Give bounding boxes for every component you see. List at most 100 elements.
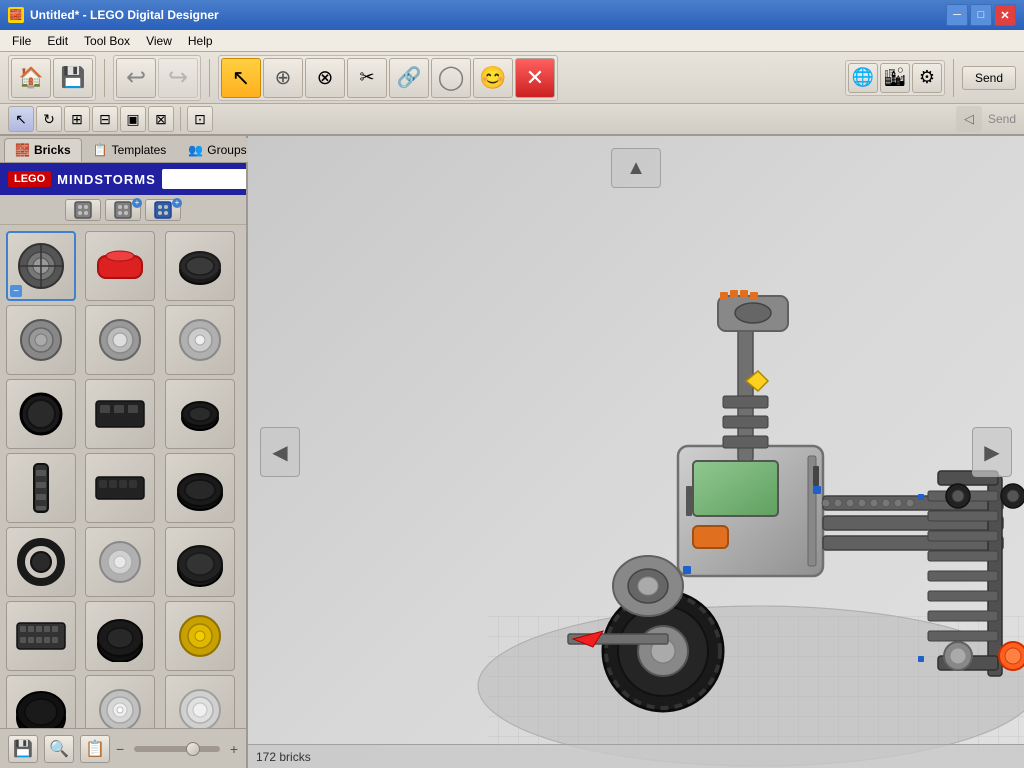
minimize-button[interactable]: ─ bbox=[946, 4, 968, 26]
nav-right-button[interactable]: ▶ bbox=[972, 427, 1012, 477]
brick-item-0[interactable]: − bbox=[6, 231, 76, 301]
main-toolbar: 🏠 💾 ↩ ↪ ↖ ⊕ ⊗ ✂ 🔗 ◯ 😊 ✕ 🌐 🏙 ⚙ Send bbox=[0, 52, 1024, 104]
select-tool-button[interactable]: ↖ bbox=[221, 58, 261, 98]
nav-left-button[interactable]: ◀ bbox=[260, 427, 300, 477]
bricks-tab-label: Bricks bbox=[34, 143, 71, 157]
delete-tool-button[interactable]: ✕ bbox=[515, 58, 555, 98]
brick-search-input[interactable] bbox=[162, 169, 246, 189]
grid-tool-button[interactable]: ⊞ bbox=[64, 106, 90, 132]
brick-item-7[interactable] bbox=[85, 379, 155, 449]
brand-bar: LEGO MINDSTORMS bbox=[0, 163, 246, 195]
brick-item-9[interactable] bbox=[6, 453, 76, 523]
model-area bbox=[248, 136, 1024, 768]
save-button[interactable]: 💾 bbox=[53, 58, 93, 98]
rotate-view-button[interactable]: ↻ bbox=[36, 106, 62, 132]
city-button[interactable]: 🏙 bbox=[880, 63, 910, 93]
brick-item-5[interactable] bbox=[165, 305, 235, 375]
send-icon: ◁ bbox=[956, 106, 982, 132]
lego-logo: LEGO bbox=[8, 171, 51, 187]
brick-item-20[interactable] bbox=[165, 675, 235, 728]
mindstorms-brand: MINDSTORMS bbox=[57, 172, 156, 187]
titlebar-left: 🧱 Untitled* - LEGO Digital Designer bbox=[8, 7, 219, 23]
send-button[interactable]: Send bbox=[962, 66, 1016, 90]
toolbar-sep-3 bbox=[953, 59, 954, 97]
redo-button[interactable]: ↪ bbox=[158, 58, 198, 98]
add-tool-button[interactable]: ⊕ bbox=[263, 58, 303, 98]
brick-item-15[interactable] bbox=[6, 601, 76, 671]
remove-tool-button[interactable]: ⊗ bbox=[305, 58, 345, 98]
brick-item-11[interactable] bbox=[165, 453, 235, 523]
face-tool-button[interactable]: 😊 bbox=[473, 58, 513, 98]
zoom-max-icon: + bbox=[230, 741, 238, 757]
list-bottom-button[interactable]: 📋 bbox=[80, 735, 110, 763]
menu-view[interactable]: View bbox=[138, 32, 180, 50]
bricks-grid: − bbox=[0, 225, 246, 728]
zoom-slider[interactable] bbox=[134, 746, 220, 752]
brick-item-1[interactable] bbox=[85, 231, 155, 301]
home-button[interactable]: 🏠 bbox=[11, 58, 51, 98]
bricks-panel: LEGO MINDSTORMS + + bbox=[0, 163, 246, 768]
secondary-toolbar: ↖ ↻ ⊞ ⊟ ▣ ⊠ ⊡ ◁ Send bbox=[0, 104, 1024, 136]
bricks-tab-icon: 🧱 bbox=[15, 143, 30, 157]
toolbar-group-home: 🏠 💾 bbox=[8, 55, 96, 101]
nav-up-button[interactable]: ▲ bbox=[611, 148, 661, 188]
canvas-area: ▲ ◀ ▶ bbox=[248, 136, 1024, 768]
toolbar-group-history: ↩ ↪ bbox=[113, 55, 201, 101]
templates-tab-icon: 📋 bbox=[93, 143, 108, 157]
category-btn-3[interactable]: + bbox=[145, 199, 181, 221]
online-button[interactable]: 🌐 bbox=[848, 63, 878, 93]
frame-tool-button[interactable]: ▣ bbox=[120, 106, 146, 132]
zoom-min-icon: − bbox=[116, 741, 124, 757]
templates-tab-label: Templates bbox=[112, 143, 167, 157]
window-controls: ─ □ ✕ bbox=[946, 4, 1016, 26]
panel-bottom: 💾 🔍 📋 − + bbox=[0, 728, 246, 768]
menu-file[interactable]: File bbox=[4, 32, 39, 50]
settings-button[interactable]: ⚙ bbox=[912, 63, 942, 93]
cut-tool-button[interactable]: ✂ bbox=[347, 58, 387, 98]
maximize-button[interactable]: □ bbox=[970, 4, 992, 26]
toolbar-sep-2 bbox=[209, 59, 210, 97]
save-bottom-button[interactable]: 💾 bbox=[8, 735, 38, 763]
close-button[interactable]: ✕ bbox=[994, 4, 1016, 26]
menu-help[interactable]: Help bbox=[180, 32, 221, 50]
toolbar-group-right: 🌐 🏙 ⚙ bbox=[845, 60, 945, 96]
search-bottom-button[interactable]: 🔍 bbox=[44, 735, 74, 763]
brick-item-17[interactable] bbox=[165, 601, 235, 671]
left-panel: 🧱 Bricks 📋 Templates 👥 Groups ◀ LEGO MIN… bbox=[0, 136, 248, 768]
category-btn-2[interactable]: + bbox=[105, 199, 141, 221]
brick-item-4[interactable] bbox=[85, 305, 155, 375]
brick-item-8[interactable] bbox=[165, 379, 235, 449]
brick-item-18[interactable] bbox=[6, 675, 76, 728]
send-label: Send bbox=[988, 112, 1016, 126]
brick-item-3[interactable] bbox=[6, 305, 76, 375]
robot-model bbox=[378, 186, 1024, 768]
zoom-thumb[interactable] bbox=[186, 742, 200, 756]
brick-item-16[interactable] bbox=[85, 601, 155, 671]
menu-toolbox[interactable]: Tool Box bbox=[76, 32, 138, 50]
view3d-button[interactable]: ⊡ bbox=[187, 106, 213, 132]
tab-groups[interactable]: 👥 Groups bbox=[177, 138, 257, 162]
connect-tool-button[interactable]: 🔗 bbox=[389, 58, 429, 98]
brick-item-19[interactable] bbox=[85, 675, 155, 728]
window-title: Untitled* - LEGO Digital Designer bbox=[30, 8, 219, 22]
app-icon: 🧱 bbox=[8, 7, 24, 23]
undo-button[interactable]: ↩ bbox=[116, 58, 156, 98]
tab-templates[interactable]: 📋 Templates bbox=[82, 138, 178, 162]
brick-item-12[interactable] bbox=[6, 527, 76, 597]
brick-item-6[interactable] bbox=[6, 379, 76, 449]
brick-item-2[interactable] bbox=[165, 231, 235, 301]
groups-tab-label: Groups bbox=[207, 143, 246, 157]
hide-tool-button[interactable]: ⊟ bbox=[92, 106, 118, 132]
brick-item-10[interactable] bbox=[85, 453, 155, 523]
category-bar: + + bbox=[0, 195, 246, 225]
menu-edit[interactable]: Edit bbox=[39, 32, 76, 50]
tab-bricks[interactable]: 🧱 Bricks bbox=[4, 138, 82, 162]
cursor-tool-button[interactable]: ↖ bbox=[8, 106, 34, 132]
toolbar-group-tools: ↖ ⊕ ⊗ ✂ 🔗 ◯ 😊 ✕ bbox=[218, 55, 558, 101]
category-btn-1[interactable] bbox=[65, 199, 101, 221]
section-tool-button[interactable]: ⊠ bbox=[148, 106, 174, 132]
menubar: File Edit Tool Box View Help bbox=[0, 30, 1024, 52]
brick-item-13[interactable] bbox=[85, 527, 155, 597]
brick-item-14[interactable] bbox=[165, 527, 235, 597]
sphere-tool-button[interactable]: ◯ bbox=[431, 58, 471, 98]
